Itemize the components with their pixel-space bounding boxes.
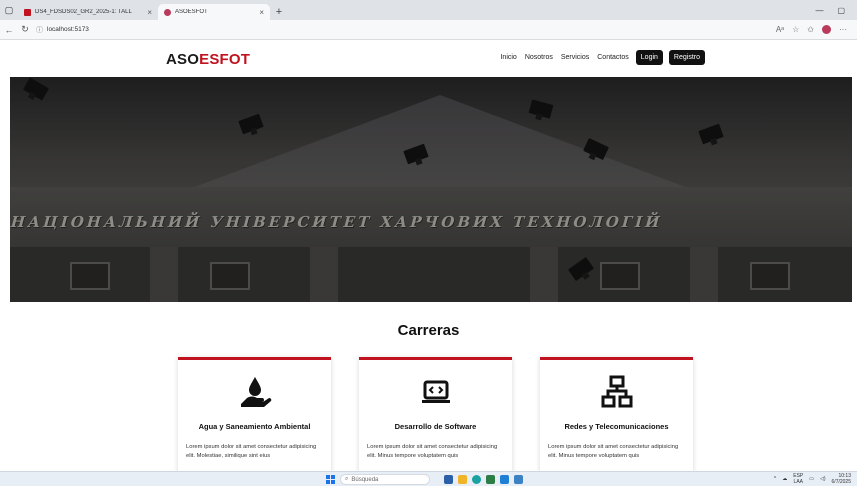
- close-tab-icon[interactable]: ×: [147, 8, 152, 17]
- logo-part-aso: ASO: [166, 51, 200, 68]
- chevron-up-icon[interactable]: ^: [774, 476, 776, 482]
- close-tab-icon[interactable]: ×: [259, 8, 264, 17]
- logo-part-esfot: ESFOT: [199, 51, 251, 68]
- start-button[interactable]: [326, 475, 335, 484]
- tab-title: DS4_FDSDS02_GR2_2025-1: TALL: [35, 9, 132, 15]
- cloud-icon[interactable]: ☁: [782, 476, 787, 482]
- career-card-agua[interactable]: Agua y Saneamiento Ambiental Lorem ipsum…: [178, 357, 331, 472]
- more-options-icon[interactable]: ···: [839, 25, 847, 34]
- hero-banner-image: НАЦІОНАЛЬНИЙ УНІВЕРСИТЕТ ХАРЧОВИХ ТЕХНОЛ…: [10, 77, 852, 302]
- taskbar-search-placeholder: Búsqueda: [351, 476, 379, 483]
- clock[interactable]: 10:13 6/7/2025: [832, 473, 851, 485]
- maximize-button[interactable]: ▢: [837, 6, 845, 15]
- registro-button[interactable]: Registro: [668, 50, 705, 65]
- browser-toolbar-right: Aᵃ ☆ ✩ ···: [776, 25, 857, 34]
- address-bar-row: ← ↻ ⓘ localhost:5173 Aᵃ ☆ ✩ ···: [0, 20, 857, 40]
- card-title: Redes y Telecomunicaciones: [564, 422, 669, 431]
- card-title: Agua y Saneamiento Ambiental: [198, 422, 311, 431]
- system-tray: ^ ☁ ESP LAA ▭ ◁) 10:13 6/7/2025: [774, 473, 851, 485]
- network-icon: [540, 374, 693, 410]
- read-aloud-icon[interactable]: Aᵃ: [776, 25, 784, 34]
- vscode-icon[interactable]: [500, 475, 509, 484]
- favorite-star-icon[interactable]: ☆: [792, 25, 799, 34]
- hand-water-drop-icon: [178, 374, 331, 410]
- site-header: ASOESFOT Inicio Nosotros Servicios Conta…: [0, 40, 857, 77]
- site-info-icon[interactable]: ⓘ: [36, 25, 43, 35]
- minimize-button[interactable]: —: [815, 6, 823, 15]
- store-icon[interactable]: [486, 475, 495, 484]
- extension-icon[interactable]: [822, 25, 831, 34]
- back-arrow-icon[interactable]: ←: [2, 25, 16, 35]
- network-tray-icon[interactable]: ▭: [809, 476, 814, 482]
- url-text[interactable]: localhost:5173: [47, 26, 89, 33]
- tab-title: ASOESFOT: [175, 9, 208, 15]
- language-layout: LAA: [793, 479, 803, 485]
- section-title: Carreras: [397, 322, 460, 339]
- card-title: Desarrollo de Software: [394, 422, 477, 431]
- nav-servicios[interactable]: Servicios: [560, 54, 590, 61]
- mail-icon[interactable]: [514, 475, 523, 484]
- folder-icon[interactable]: [458, 475, 467, 484]
- nav-nosotros[interactable]: Nosotros: [524, 54, 554, 61]
- favorites-icon[interactable]: ✩: [807, 25, 814, 34]
- os-taskbar: ⌕ Búsqueda ^ ☁ ESP LAA ▭ ◁) 10:13 6/7/20…: [0, 471, 857, 486]
- edge-browser-icon[interactable]: [472, 475, 481, 484]
- site-favicon-icon: [164, 8, 171, 16]
- language-indicator[interactable]: ESP LAA: [793, 473, 803, 485]
- login-button[interactable]: Login: [635, 50, 663, 65]
- card-description: Lorem ipsum dolor sit amet consectetur a…: [367, 444, 498, 459]
- taskbar-search[interactable]: ⌕ Búsqueda: [340, 474, 430, 485]
- browser-tab-bar: ▢ DS4_FDSDS02_GR2_2025-1: TALL × ASOESFO…: [0, 0, 857, 20]
- volume-icon[interactable]: ◁): [820, 476, 826, 482]
- browser-tab-1[interactable]: DS4_FDSDS02_GR2_2025-1: TALL ×: [18, 4, 158, 20]
- clock-date: 6/7/2025: [831, 479, 851, 485]
- address-bar[interactable]: ⓘ localhost:5173: [36, 23, 89, 37]
- card-description: Lorem ipsum dolor sit amet consectetur a…: [548, 444, 679, 459]
- career-card-software[interactable]: Desarrollo de Software Lorem ipsum dolor…: [359, 357, 512, 472]
- card-description: Lorem ipsum dolor sit amet consectetur a…: [186, 444, 317, 459]
- nav-inicio[interactable]: Inicio: [499, 54, 517, 61]
- search-icon: ⌕: [345, 476, 349, 482]
- laptop-code-icon: [359, 374, 512, 410]
- main-nav: Inicio Nosotros Servicios Contactos Logi…: [499, 50, 705, 65]
- moodle-favicon-icon: [24, 8, 31, 16]
- reload-icon[interactable]: ↻: [18, 24, 32, 35]
- career-card-redes[interactable]: Redes y Telecomunicaciones Lorem ipsum d…: [540, 357, 693, 472]
- site-logo[interactable]: ASOESFOT: [166, 51, 250, 68]
- window-menu-icon[interactable]: ▢: [0, 0, 18, 20]
- nav-contactos[interactable]: Contactos: [596, 54, 630, 61]
- browser-tab-2[interactable]: ASOESFOT ×: [158, 4, 270, 20]
- window-controls: — ▢: [815, 0, 857, 20]
- file-explorer-icon[interactable]: [444, 475, 453, 484]
- new-tab-button[interactable]: +: [270, 4, 288, 20]
